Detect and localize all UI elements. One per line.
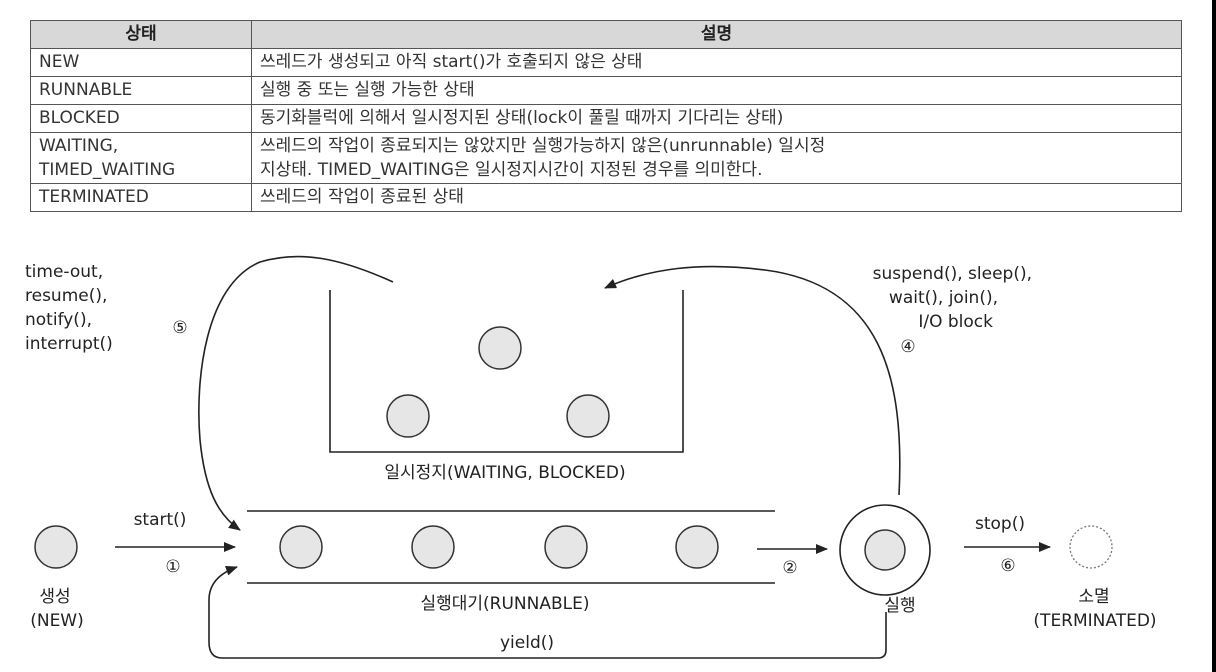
new-state-label: 생성: [39, 587, 70, 607]
suspend-label-group: suspend(), sleep(),: [873, 264, 1032, 284]
runnable-thread-circle: [544, 525, 588, 569]
step-6-marker: ⑥: [1000, 556, 1015, 576]
runnable-thread-circle: [675, 525, 719, 569]
suspend-label-line: suspend(), sleep(),: [873, 264, 1032, 284]
step-1-marker: ①: [165, 557, 180, 577]
step-2-marker: ②: [782, 558, 797, 578]
waiting-thread-circle: [478, 326, 522, 370]
running-thread-circle: [864, 529, 906, 571]
thread-state-diagram: 일시정지(WAITING, BLOCKED) 실행대기(RUNNABLE) 생성…: [25, 255, 1157, 659]
resume-label-line: notify(),: [25, 310, 92, 330]
stop-label: stop(): [975, 514, 1025, 534]
waiting-thread-circle: [566, 394, 610, 438]
suspend-arrow: [604, 265, 901, 496]
new-thread-circle: [34, 525, 78, 569]
yield-label: yield(): [500, 633, 554, 653]
waiting-pool-label: 일시정지(WAITING, BLOCKED): [384, 463, 625, 483]
start-label: start(): [134, 510, 187, 530]
new-state-sublabel: (NEW): [30, 611, 84, 631]
terminated-state-label: 소멸: [1078, 587, 1109, 607]
suspend-label-line: I/O block: [918, 312, 993, 332]
terminated-thread-circle: [1069, 525, 1113, 569]
runnable-thread-circle: [279, 525, 323, 569]
resume-label-line: resume(),: [25, 286, 107, 306]
thread-state-figure: 상태 설명 NEW 쓰레드가 생성되고 아직 start()가 호출되지 않은 …: [0, 0, 1216, 672]
right-border: [1212, 0, 1216, 672]
runnable-queue-label: 실행대기(RUNNABLE): [420, 594, 589, 614]
step-4-marker: ④: [900, 337, 915, 357]
step-5-marker: ⑤: [172, 318, 187, 338]
resume-label-line: time-out,: [25, 262, 103, 282]
waiting-thread-circle: [386, 394, 430, 438]
running-state-label: 실행: [884, 596, 915, 616]
resume-arrow: [198, 255, 394, 531]
runnable-thread-circle: [411, 525, 455, 569]
resume-label-line: interrupt(): [25, 334, 113, 354]
suspend-label-line: wait(), join(),: [889, 288, 998, 308]
waiting-pool-outline: [329, 290, 684, 453]
terminated-state-sublabel: (TERMINATED): [1033, 611, 1156, 631]
